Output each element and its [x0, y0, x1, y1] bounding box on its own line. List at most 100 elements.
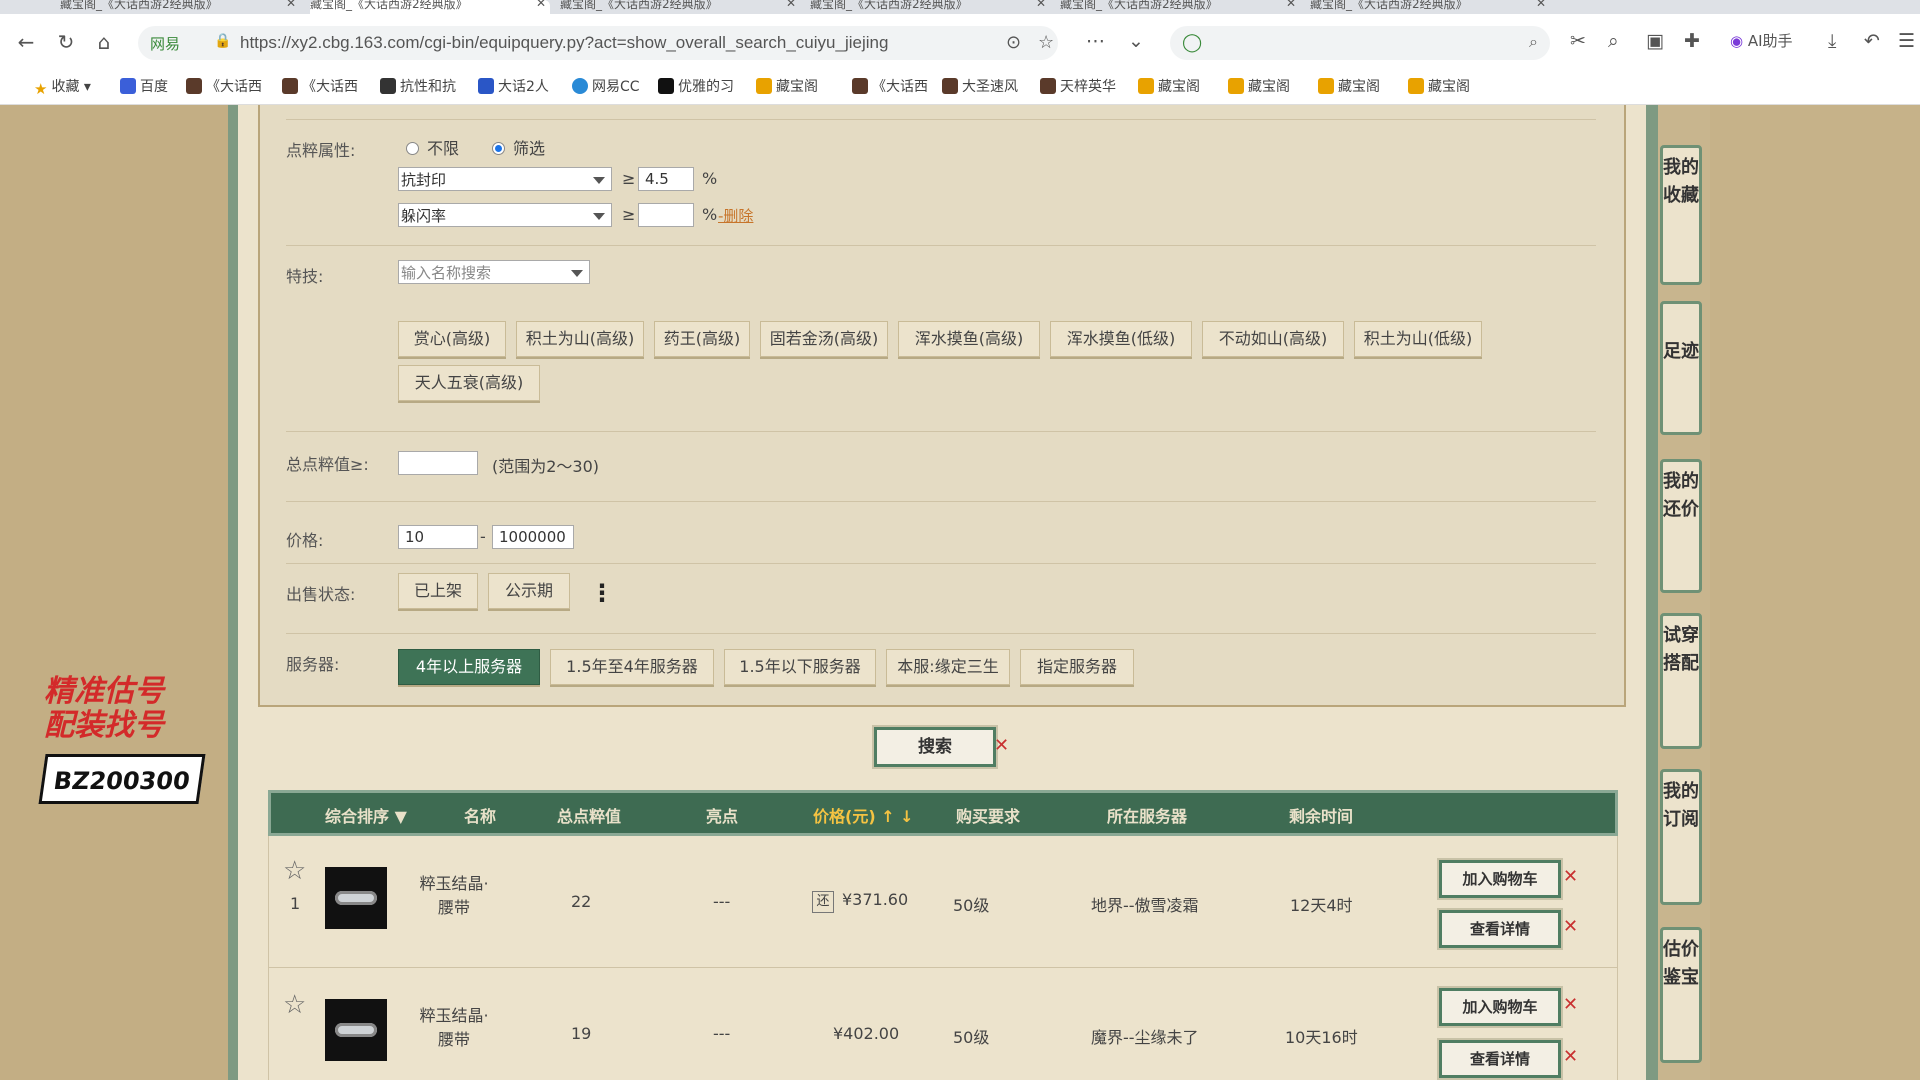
- scissors-icon[interactable]: ✂: [1570, 30, 1586, 52]
- skill-option[interactable]: 浑水摸鱼(高级): [898, 321, 1040, 357]
- bookmark-item[interactable]: 天梓英华: [1040, 76, 1116, 96]
- zoom-icon[interactable]: ⌕: [1608, 30, 1619, 52]
- undo-icon[interactable]: ↶: [1864, 30, 1880, 52]
- server-option[interactable]: 本服:缘定三生: [886, 649, 1010, 685]
- status-option[interactable]: 公示期: [488, 573, 570, 609]
- bookmark-item[interactable]: 《大话西: [282, 76, 358, 96]
- bookmark-item[interactable]: 百度: [120, 76, 168, 96]
- download-icon[interactable]: ⤓: [1828, 30, 1836, 52]
- menu-icon[interactable]: ☰: [1898, 30, 1915, 52]
- favorite-icon[interactable]: ☆: [283, 990, 306, 1020]
- close-icon[interactable]: ✕: [1036, 0, 1046, 9]
- server-option[interactable]: 指定服务器: [1020, 649, 1134, 685]
- radio-filter[interactable]: 筛选: [492, 135, 545, 159]
- bookmark-item[interactable]: 藏宝阁: [1228, 76, 1290, 96]
- sidebar-my-subscription[interactable]: 我的订阅: [1660, 769, 1702, 905]
- ai-assistant-button[interactable]: ◉ AI助手: [1730, 30, 1793, 51]
- reload-icon[interactable]: ↻: [52, 28, 80, 56]
- item-name[interactable]: 粹玉结晶·腰带: [419, 1004, 489, 1052]
- more-options-icon[interactable]: ⋮: [590, 579, 614, 607]
- col-total[interactable]: 总点粹值: [557, 803, 621, 827]
- search-button[interactable]: 搜索: [874, 727, 996, 767]
- add-to-cart-button[interactable]: 加入购物车: [1439, 988, 1561, 1026]
- bookmark-item[interactable]: 《大话西: [186, 76, 262, 96]
- bargain-icon[interactable]: 还: [812, 891, 834, 913]
- ai-icon: ◉: [1730, 32, 1744, 50]
- skill-option[interactable]: 积土为山(低级): [1354, 321, 1482, 357]
- skill-option[interactable]: 积土为山(高级): [516, 321, 644, 357]
- attr2-input[interactable]: [638, 203, 694, 227]
- bookmark-item[interactable]: ★ 收藏 ▾: [34, 76, 91, 98]
- sidebar-valuation[interactable]: 估价鉴宝: [1660, 927, 1702, 1063]
- skill-search-select[interactable]: 输入名称搜索: [398, 260, 590, 284]
- sidebar-my-bargain[interactable]: 我的还价: [1660, 459, 1702, 593]
- search-box[interactable]: ◯ ⌕: [1170, 26, 1550, 60]
- bookmark-item[interactable]: 藏宝阁: [1138, 76, 1200, 96]
- close-icon[interactable]: ✕: [1536, 0, 1546, 9]
- search-icon[interactable]: ⌕: [1529, 32, 1538, 52]
- sidebar-footprint[interactable]: 足迹: [1660, 301, 1702, 435]
- address-bar[interactable]: 网易 🔒 https://xy2.cbg.163.com/cgi-bin/equ…: [138, 26, 1058, 60]
- location-icon[interactable]: ⊙: [1006, 32, 1021, 53]
- browser-tab-active[interactable]: 藏宝阁_《大话西游2经典版》 ✕: [310, 0, 550, 14]
- item-thumbnail[interactable]: [325, 999, 387, 1061]
- url-text[interactable]: https://xy2.cbg.163.com/cgi-bin/equipque…: [240, 33, 888, 53]
- price-max-input[interactable]: 1000000: [492, 525, 574, 549]
- browser-tab[interactable]: 藏宝阁_《大话西游2经典版》 ✕: [60, 0, 300, 14]
- close-icon[interactable]: ✕: [536, 0, 546, 9]
- col-time[interactable]: 剩余时间: [1289, 803, 1353, 827]
- lock-icon: 🔒: [214, 33, 232, 49]
- browser-tab[interactable]: 藏宝阁_《大话西游2经典版》 ✕: [560, 0, 800, 14]
- bookmark-item[interactable]: 大圣速风: [942, 76, 1018, 96]
- close-icon[interactable]: ✕: [1286, 0, 1296, 9]
- total-input[interactable]: [398, 451, 478, 475]
- server-option[interactable]: 1.5年以下服务器: [724, 649, 876, 685]
- skill-option[interactable]: 药王(高级): [654, 321, 750, 357]
- sidebar-my-favorites[interactable]: 我的收藏: [1660, 145, 1702, 285]
- attr1-input[interactable]: 4.5: [638, 167, 694, 191]
- skill-option[interactable]: 浑水摸鱼(低级): [1050, 321, 1192, 357]
- bookmark-item[interactable]: 网易CC: [572, 76, 640, 96]
- bookmark-item[interactable]: 抗性和抗: [380, 76, 456, 96]
- close-icon[interactable]: ✕: [786, 0, 796, 9]
- favorite-icon[interactable]: ☆: [283, 856, 306, 886]
- attr1-select[interactable]: 抗封印: [398, 167, 612, 191]
- status-option[interactable]: 已上架: [398, 573, 478, 609]
- close-icon[interactable]: ✕: [286, 0, 296, 9]
- radio-unlimited[interactable]: 不限: [406, 135, 459, 159]
- bookmark-item[interactable]: 大话2人: [478, 76, 549, 96]
- server-option-selected[interactable]: 4年以上服务器: [398, 649, 540, 685]
- view-detail-button[interactable]: 查看详情: [1439, 1040, 1561, 1078]
- sort-overall[interactable]: 综合排序 ▼: [325, 803, 407, 827]
- sidebar-try-on[interactable]: 试穿搭配: [1660, 613, 1702, 749]
- attr2-select[interactable]: 躲闪率: [398, 203, 612, 227]
- skill-option[interactable]: 天人五衰(高级): [398, 365, 540, 401]
- skill-option[interactable]: 不动如山(高级): [1202, 321, 1344, 357]
- cbg-icon: [1318, 78, 1334, 94]
- more-icon[interactable]: ⋯: [1086, 30, 1105, 52]
- add-to-cart-button[interactable]: 加入购物车: [1439, 860, 1561, 898]
- back-icon[interactable]: ←: [12, 28, 40, 56]
- bookmark-star-icon[interactable]: ☆: [1038, 32, 1054, 53]
- browser-tab[interactable]: 藏宝阁_《大话西游2经典版》 ✕: [810, 0, 1050, 14]
- skill-option[interactable]: 赏心(高级): [398, 321, 506, 357]
- extensions-icon[interactable]: ✚: [1684, 30, 1700, 52]
- item-thumbnail[interactable]: [325, 867, 387, 929]
- view-detail-button[interactable]: 查看详情: [1439, 910, 1561, 948]
- sort-price[interactable]: 价格(元) ↑ ↓: [813, 803, 914, 827]
- browser-tab[interactable]: 藏宝阁_《大话西游2经典版》 ✕: [1060, 0, 1300, 14]
- server-option[interactable]: 1.5年至4年服务器: [550, 649, 714, 685]
- bookmark-item[interactable]: 藏宝阁: [1408, 76, 1470, 96]
- delete-link[interactable]: -删除: [718, 205, 753, 226]
- bookmark-item[interactable]: 《大话西: [852, 76, 928, 96]
- item-name[interactable]: 粹玉结晶·腰带: [419, 872, 489, 920]
- bookmark-item[interactable]: 藏宝阁: [756, 76, 818, 96]
- browser-tab[interactable]: 藏宝阁_《大话西游2经典版》 ✕: [1310, 0, 1550, 14]
- screenshot-icon[interactable]: ▣: [1646, 30, 1664, 52]
- chevron-down-icon[interactable]: ⌄: [1128, 30, 1144, 52]
- bookmark-item[interactable]: 藏宝阁: [1318, 76, 1380, 96]
- skill-option[interactable]: 固若金汤(高级): [760, 321, 888, 357]
- bookmark-item[interactable]: 优雅的习: [658, 76, 734, 96]
- home-icon[interactable]: ⌂: [90, 28, 118, 56]
- price-min-input[interactable]: 10: [398, 525, 478, 549]
